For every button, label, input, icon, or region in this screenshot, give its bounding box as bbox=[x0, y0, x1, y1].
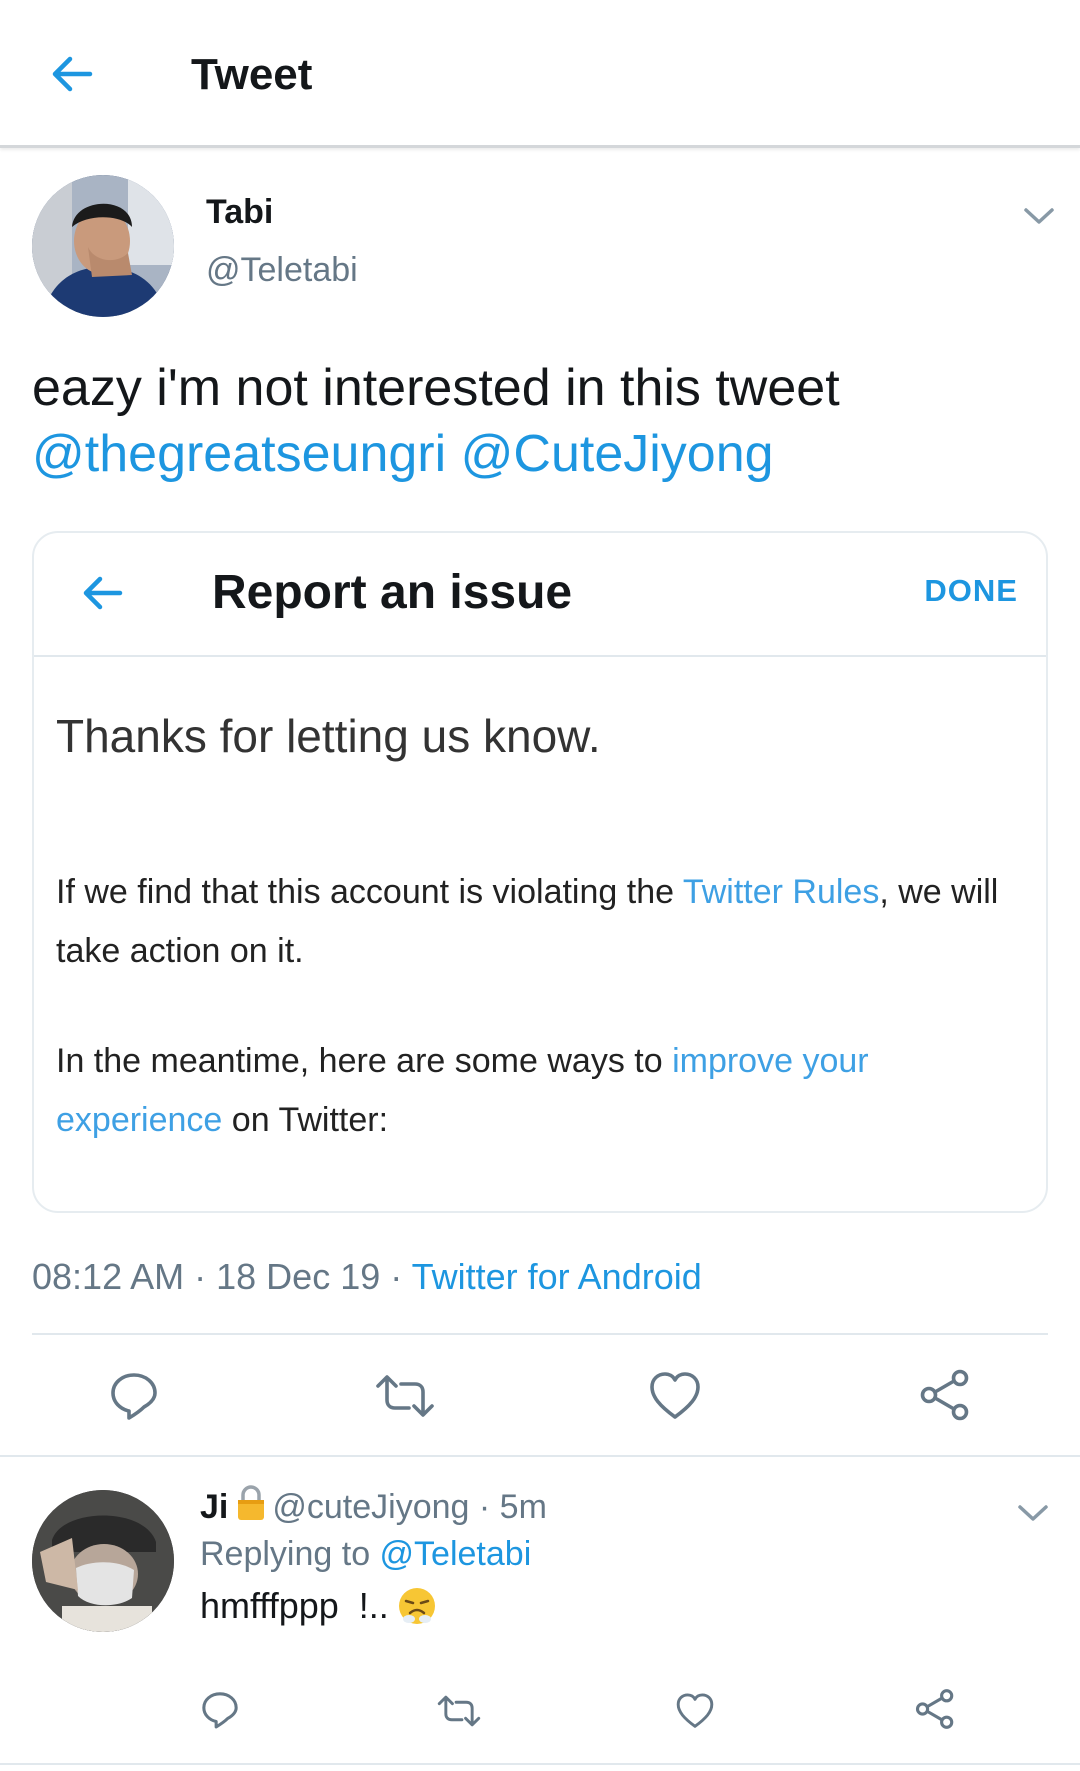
back-arrow-icon[interactable] bbox=[46, 48, 98, 100]
card-text: In the meantime, here are some ways to bbox=[56, 1042, 673, 1080]
mention-thegreatseungri[interactable]: @thegreatseungri bbox=[32, 425, 446, 483]
card-header: Report an issue DONE bbox=[34, 533, 1046, 657]
divider bbox=[0, 1763, 1080, 1765]
tweet-time: 08:12 AM bbox=[32, 1256, 185, 1297]
divider bbox=[32, 1333, 1048, 1335]
top-app-bar: Tweet bbox=[0, 0, 1080, 148]
reply-action-reply-icon[interactable] bbox=[200, 1690, 240, 1730]
reply-icon[interactable] bbox=[108, 1370, 160, 1422]
card-title: Report an issue bbox=[212, 566, 573, 619]
tweet-date: 18 Dec 19 bbox=[216, 1256, 381, 1297]
reply-text: hmfffppp !.. bbox=[200, 1585, 437, 1635]
separator: · bbox=[478, 1488, 491, 1526]
reply-body: hmfffppp !.. bbox=[200, 1585, 389, 1626]
replying-to-label: Replying to bbox=[200, 1535, 380, 1573]
reply-author-handle[interactable]: @cuteJiyong bbox=[272, 1488, 469, 1526]
chevron-down-icon[interactable] bbox=[1022, 205, 1056, 227]
page-title: Tweet bbox=[191, 50, 313, 99]
replying-to-mention[interactable]: @Teletabi bbox=[380, 1535, 532, 1573]
tweet-body: eazy i'm not interested in this tweet bbox=[32, 359, 840, 417]
card-paragraph-2: In the meantime, here are some ways to i… bbox=[56, 1032, 1026, 1150]
card-back-arrow-icon bbox=[79, 569, 127, 617]
card-link-twitter-rules: Twitter Rules bbox=[682, 873, 880, 911]
tweet-timestamp: 08:12 AM · 18 Dec 19 · Twitter for Andro… bbox=[32, 1256, 702, 1298]
card-text: If we find that this account is violatin… bbox=[56, 873, 683, 911]
mention-cutejiyong[interactable]: @CuteJiyong bbox=[461, 425, 774, 483]
separator: · bbox=[194, 1256, 207, 1297]
card-text: on Twitter: bbox=[222, 1101, 389, 1139]
huffing-face-emoji-icon bbox=[397, 1586, 437, 1635]
reply-chevron-down-icon[interactable] bbox=[1016, 1502, 1050, 1524]
tweet-text: eazy i'm not interested in this tweet @t… bbox=[32, 355, 1032, 487]
author-avatar[interactable] bbox=[32, 175, 174, 317]
card-paragraph-1: If we find that this account is violatin… bbox=[56, 863, 1026, 981]
reply-author-avatar[interactable] bbox=[32, 1490, 174, 1632]
reply-time: 5m bbox=[499, 1488, 547, 1526]
retweet-icon[interactable] bbox=[374, 1370, 436, 1422]
tweet-source-link[interactable]: Twitter for Android bbox=[412, 1256, 702, 1297]
reply-header: Ji @cuteJiyong · 5m bbox=[200, 1484, 547, 1531]
card-done-label: DONE bbox=[924, 573, 1018, 608]
author-name[interactable]: Tabi bbox=[206, 193, 273, 232]
card-heading: Thanks for letting us know. bbox=[56, 710, 601, 762]
reply-action-retweet-icon[interactable] bbox=[436, 1692, 482, 1730]
separator: · bbox=[390, 1256, 403, 1297]
embedded-image-card[interactable]: Report an issue DONE Thanks for letting … bbox=[32, 531, 1048, 1213]
author-handle[interactable]: @Teletabi bbox=[206, 251, 358, 290]
reply-author-name[interactable]: Ji bbox=[200, 1488, 228, 1526]
share-icon[interactable] bbox=[918, 1368, 972, 1422]
reply-action-like-heart-icon[interactable] bbox=[674, 1692, 716, 1730]
like-heart-icon[interactable] bbox=[648, 1370, 702, 1422]
reply-action-share-icon[interactable] bbox=[914, 1688, 956, 1730]
replying-to: Replying to @Teletabi bbox=[200, 1535, 531, 1574]
lock-icon bbox=[236, 1484, 266, 1531]
divider bbox=[0, 1455, 1080, 1457]
